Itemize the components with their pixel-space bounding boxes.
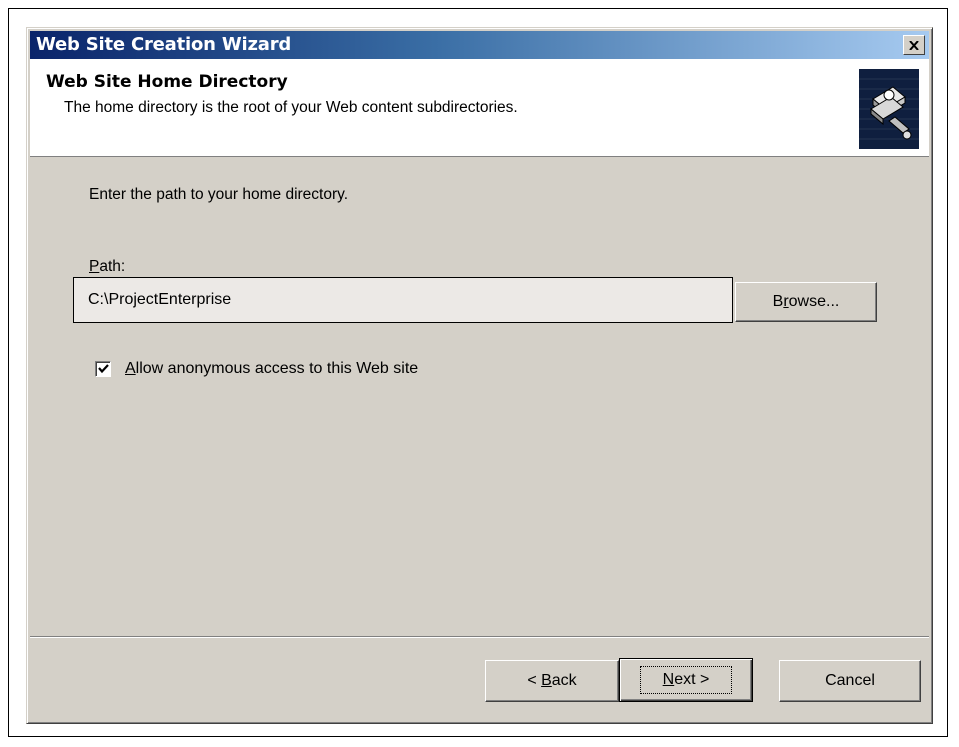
next-label-mnemonic: N (662, 671, 675, 688)
instruction-text: Enter the path to your home directory. (89, 186, 349, 203)
path-label-mnemonic: P (89, 258, 100, 275)
next-button[interactable]: Next > (619, 658, 753, 702)
back-button[interactable]: < Back (485, 660, 619, 702)
next-focus-rect: Next > (639, 666, 733, 694)
path-label-text: ath: (99, 258, 126, 275)
anonymous-access-checkbox[interactable] (95, 361, 111, 377)
window-title: Web Site Creation Wizard (36, 34, 292, 55)
page-title: Web Site Home Directory (46, 72, 288, 92)
browse-label-end: owse... (788, 293, 840, 310)
browse-button[interactable]: Br owse... (735, 282, 877, 322)
wizard-book-icon (859, 69, 919, 149)
checkbox-label-text: llow anonymous access to this Web site (135, 360, 419, 377)
close-button[interactable] (903, 35, 925, 55)
close-icon (909, 40, 919, 50)
checkbox-mnemonic: A (125, 360, 136, 377)
back-label-mnemonic: B (541, 672, 552, 689)
wizard-dialog: Web Site Creation Wizard Web Site Home D… (26, 27, 933, 724)
checkmark-icon (97, 364, 109, 374)
next-label-end: ext > (674, 671, 710, 688)
cancel-button[interactable]: Cancel (779, 660, 921, 702)
back-label-end: ack (551, 672, 577, 689)
path-input[interactable]: C:\ProjectEnterprise (73, 277, 733, 323)
footer-divider (30, 636, 929, 638)
page-subtitle: The home directory is the root of your W… (64, 99, 518, 116)
title-bar[interactable]: Web Site Creation Wizard (30, 31, 929, 59)
path-label: Path: (89, 258, 125, 276)
anonymous-access-option[interactable]: Allow anonymous access to this Web site (95, 360, 418, 378)
back-label-start: < (527, 672, 542, 689)
anonymous-access-label[interactable]: Allow anonymous access to this Web site (125, 360, 418, 378)
browse-label-start: B (772, 293, 784, 310)
wizard-header: Web Site Home Directory The home directo… (30, 59, 929, 157)
